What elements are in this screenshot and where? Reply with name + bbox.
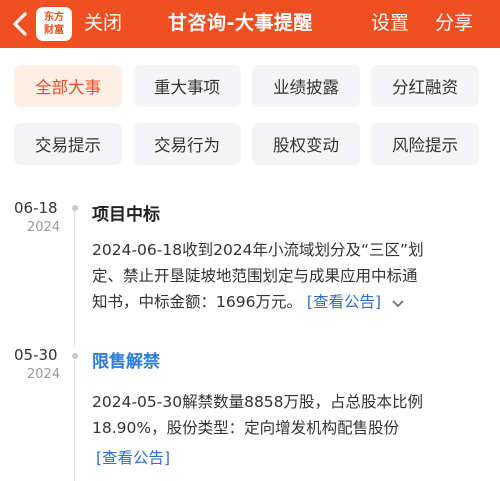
logo-text-top: 东方 [44, 12, 64, 23]
view-announcement-link[interactable]: [查看公告] [307, 293, 381, 311]
filter-chip-trade-tips[interactable]: 交易提示 [14, 123, 122, 165]
view-announcement-link[interactable]: [查看公告] [96, 449, 170, 467]
share-button[interactable]: 分享 [435, 9, 473, 37]
timeline-dot [72, 353, 78, 359]
event-title[interactable]: 限售解禁 [92, 347, 160, 372]
event-body-line: 2024-06-18收到2024年小流域划分及“三区”划 [92, 241, 424, 259]
event-body-line: 18.90%，股份类型：定向增发机构配售股份 [92, 419, 400, 437]
filter-chip-all[interactable]: 全部大事 [14, 65, 122, 107]
settings-button[interactable]: 设置 [371, 9, 409, 37]
event-body-last-line: [查看公告] [92, 445, 482, 471]
event-title: 项目中标 [92, 205, 160, 225]
page-title: 甘咨询-大事提醒 [168, 12, 313, 34]
timeline-dot [72, 205, 78, 211]
event-body-line: 定、禁止开垦陡坡地范围划定与成果应用中标通 [92, 267, 418, 285]
event-body-line: 知书，中标金额：1696万元。 [92, 293, 302, 311]
filter-chip-trade-behavior[interactable]: 交易行为 [133, 123, 241, 165]
header-bar: 东方 财富 关闭 甘咨询-大事提醒 设置 分享 [0, 0, 500, 48]
event-body: 2024-06-18收到2024年小流域划分及“三区”划 定、禁止开垦陡坡地范围… [92, 237, 482, 316]
filter-chip-equity-change[interactable]: 股权变动 [252, 123, 360, 165]
logo-text-bottom: 财富 [44, 25, 64, 36]
timeline-line [74, 360, 75, 481]
filter-chip-risk[interactable]: 风险提示 [371, 123, 479, 165]
event-year: 2024 [27, 220, 61, 235]
back-arrow-icon[interactable] [10, 10, 32, 38]
event-body: 2024-05-30解禁数量8858万股，占总股本比例 18.90%，股份类型：… [92, 389, 482, 471]
filter-chip-earnings[interactable]: 业绩披露 [252, 65, 360, 107]
close-button[interactable]: 关闭 [84, 9, 122, 37]
filter-chip-major[interactable]: 重大事项 [133, 65, 241, 107]
app-logo: 东方 财富 [36, 7, 72, 41]
event-body-last-line: 知书，中标金额：1696万元。 [查看公告] [92, 289, 482, 316]
timeline-line [74, 206, 75, 346]
event-date: 06-18 [14, 199, 58, 217]
event-date: 05-30 [14, 346, 58, 364]
event-body-line: 2024-05-30解禁数量8858万股，占总股本比例 [92, 393, 424, 411]
expand-chevron-icon[interactable] [392, 290, 404, 316]
filter-chip-dividend[interactable]: 分红融资 [371, 65, 479, 107]
event-year: 2024 [27, 367, 61, 382]
